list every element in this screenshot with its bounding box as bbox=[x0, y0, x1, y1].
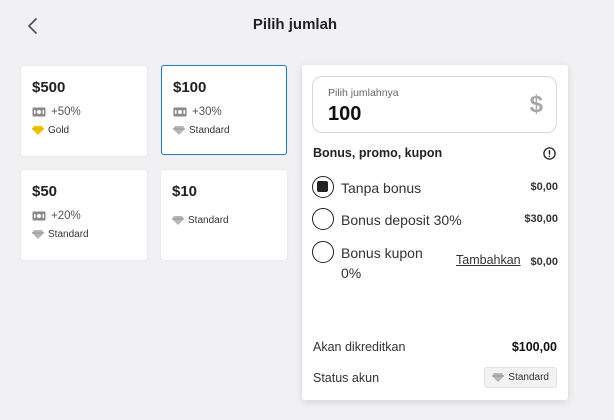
diamond-icon bbox=[492, 373, 505, 382]
amount-card-10[interactable]: $10 Standard bbox=[161, 170, 287, 260]
card-bonus-percent: +50% bbox=[51, 106, 81, 118]
deposit-panel: Pilih jumlahnya 100 $ Bonus, promo, kupo… bbox=[302, 65, 568, 400]
dollar-icon: $ bbox=[529, 91, 543, 118]
option-label: Bonus kupon 0% bbox=[341, 243, 423, 283]
option-label: Bonus deposit 30% bbox=[341, 212, 462, 228]
card-amount: $500 bbox=[32, 79, 66, 96]
amount-card-500[interactable]: $500 +50% Gold bbox=[21, 66, 147, 156]
card-status: Standard bbox=[173, 125, 230, 136]
diamond-icon bbox=[172, 216, 184, 225]
card-amount: $50 bbox=[32, 183, 58, 200]
bonus-option-none[interactable]: Tanpa bonus $0,00 bbox=[312, 176, 558, 200]
amount-card-50[interactable]: $50 +20% Standard bbox=[21, 170, 147, 260]
card-bonus: +20% bbox=[32, 210, 81, 222]
status-badge-label: Standard bbox=[508, 372, 549, 383]
option-value: $0,00 bbox=[530, 256, 558, 268]
bonus-option-deposit[interactable]: Bonus deposit 30% $30,00 bbox=[312, 208, 558, 232]
bonus-section-title: Bonus, promo, kupon bbox=[313, 146, 443, 160]
card-status: Standard bbox=[172, 215, 229, 226]
card-status-label: Gold bbox=[48, 125, 70, 136]
card-status-label: Standard bbox=[48, 229, 89, 240]
amount-input-label: Pilih jumlahnya bbox=[328, 87, 399, 99]
card-bonus-percent: +20% bbox=[51, 210, 81, 222]
credited-value: $100,00 bbox=[511, 340, 557, 354]
diamond-icon bbox=[173, 126, 185, 135]
radio[interactable] bbox=[312, 241, 334, 263]
card-status-label: Standard bbox=[189, 125, 230, 136]
add-coupon-link[interactable]: Tambahkan bbox=[456, 253, 521, 267]
card-status: Gold bbox=[32, 125, 69, 136]
credited-label: Akan dikreditkan bbox=[313, 340, 406, 354]
option-value: $0,00 bbox=[530, 181, 558, 193]
card-bonus: +50% bbox=[32, 106, 81, 118]
gold-gem-icon bbox=[32, 126, 44, 135]
option-label: Tanpa bonus bbox=[341, 180, 422, 196]
diamond-icon bbox=[32, 230, 44, 239]
page-title: Pilih jumlah bbox=[252, 16, 338, 33]
card-bonus: +30% bbox=[173, 106, 222, 118]
option-label-line1: Bonus kupon bbox=[341, 245, 423, 261]
card-status-label: Standard bbox=[188, 215, 229, 226]
card-amount: $100 bbox=[173, 79, 207, 96]
option-value: $30,00 bbox=[524, 213, 558, 225]
radio[interactable] bbox=[312, 208, 334, 230]
status-badge: Standard bbox=[484, 367, 557, 388]
radio-dot bbox=[317, 181, 328, 192]
amount-input[interactable]: Pilih jumlahnya 100 $ bbox=[312, 76, 557, 133]
amount-card-100[interactable]: $100 +30% Standard bbox=[161, 65, 287, 155]
amount-input-value[interactable]: 100 bbox=[328, 103, 361, 126]
ticket-icon bbox=[32, 107, 46, 117]
card-bonus-percent: +30% bbox=[192, 106, 222, 118]
info-icon[interactable] bbox=[543, 147, 556, 165]
card-status: Standard bbox=[32, 229, 89, 240]
option-label-line2: 0% bbox=[341, 265, 362, 281]
ticket-icon bbox=[32, 211, 46, 221]
account-status-label: Status akun bbox=[313, 371, 380, 385]
ticket-icon bbox=[173, 107, 187, 117]
bonus-option-coupon[interactable]: Bonus kupon 0% Tambahkan $0,00 bbox=[312, 241, 558, 285]
card-amount: $10 bbox=[172, 183, 198, 200]
radio-selected[interactable] bbox=[312, 176, 334, 198]
